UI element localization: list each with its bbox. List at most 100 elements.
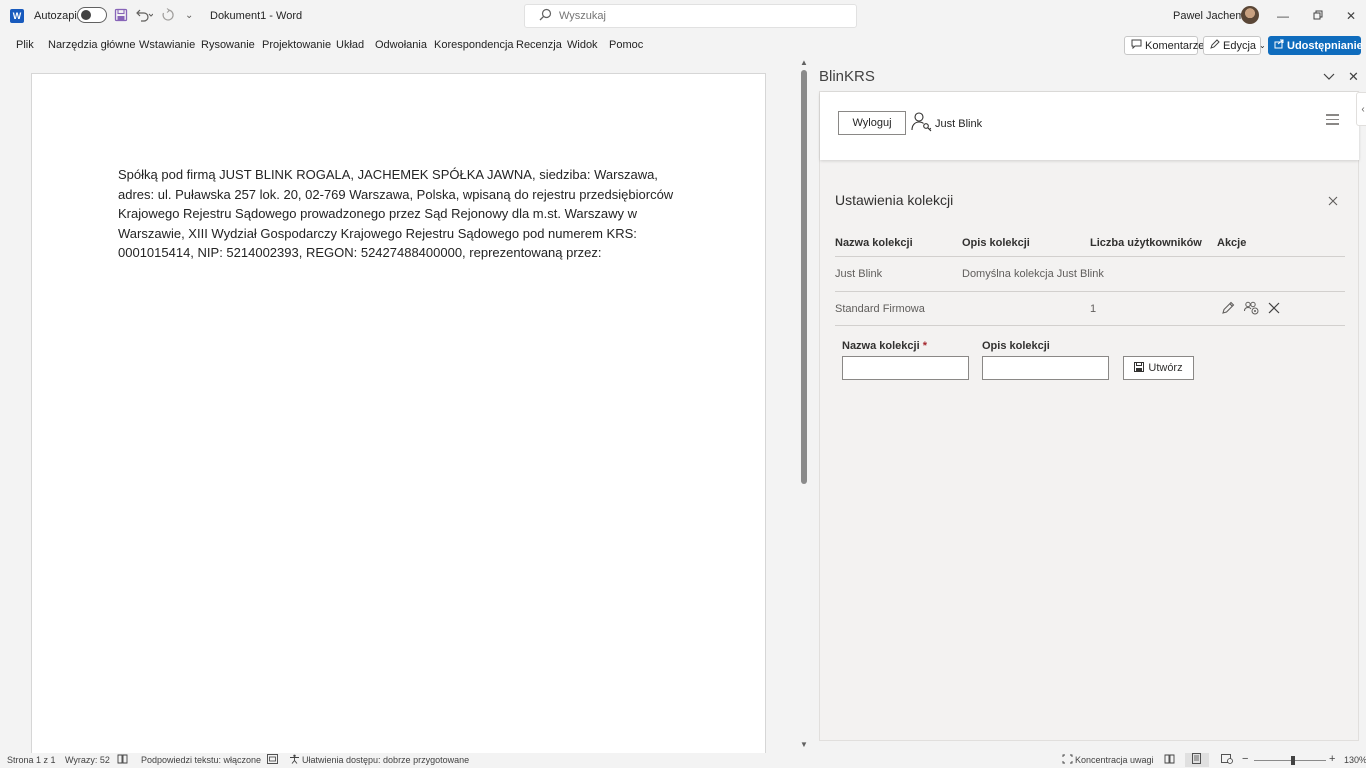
- zoom-slider-thumb[interactable]: [1291, 756, 1295, 765]
- document-paragraph[interactable]: Spółką pod firmą JUST BLINK ROGALA, JACH…: [118, 165, 678, 263]
- search-box[interactable]: [524, 4, 857, 28]
- tab-rysowanie[interactable]: Rysowanie: [201, 39, 255, 51]
- comment-icon: [1131, 39, 1142, 52]
- tab-uklad[interactable]: Układ: [336, 39, 364, 51]
- row-collection-name: Just Blink: [835, 268, 883, 280]
- collapse-chevron-icon[interactable]: ‹: [1356, 92, 1366, 126]
- word-app-icon: W: [10, 9, 24, 23]
- edit-icon[interactable]: [1221, 301, 1237, 317]
- manage-users-icon[interactable]: [1244, 301, 1260, 317]
- editing-mode-button[interactable]: Edycja ⌄: [1203, 36, 1266, 55]
- print-layout-icon[interactable]: [1185, 753, 1209, 767]
- scroll-down-icon[interactable]: ▼: [800, 740, 808, 749]
- document-scrollbar[interactable]: ▲ ▼: [797, 58, 811, 753]
- chevron-down-icon: ⌄: [1259, 41, 1266, 50]
- settings-title: Ustawienia kolekcji: [835, 192, 954, 208]
- tab-pomoc[interactable]: Pomoc: [609, 39, 643, 51]
- zoom-in-button[interactable]: +: [1329, 753, 1335, 765]
- column-header-name: Nazwa kolekcji: [835, 237, 913, 249]
- scrollbar-thumb[interactable]: [801, 70, 807, 484]
- tab-odwolania[interactable]: Odwołania: [375, 39, 427, 51]
- tab-korespondencja[interactable]: Korespondencja: [434, 39, 514, 51]
- share-label: Udostępnianie: [1287, 39, 1363, 52]
- name-label-text: Nazwa kolekcji: [842, 340, 920, 352]
- collection-description-input[interactable]: [982, 356, 1109, 380]
- save-icon: [1134, 361, 1145, 375]
- focus-mode-label[interactable]: Koncentracja uwagi: [1075, 755, 1154, 765]
- comments-button[interactable]: Komentarze: [1124, 36, 1204, 55]
- share-icon: [1274, 39, 1284, 52]
- proofing-book-icon[interactable]: [117, 754, 128, 767]
- macro-icon[interactable]: [267, 754, 278, 767]
- minimize-icon[interactable]: —: [1273, 8, 1293, 24]
- pane-close-icon[interactable]: ✕: [1348, 69, 1359, 85]
- web-layout-icon[interactable]: [1221, 754, 1233, 767]
- accessibility-status[interactable]: Ułatwienia dostępu: dobrze przygotowane: [302, 755, 469, 765]
- autosave-toggle[interactable]: [77, 7, 107, 23]
- table-divider: [835, 291, 1345, 292]
- document-title: Dokument1 - Word: [210, 10, 303, 22]
- tab-widok[interactable]: Widok: [567, 39, 598, 51]
- search-input[interactable]: [559, 8, 839, 24]
- scroll-up-icon[interactable]: ▲: [800, 58, 808, 67]
- column-header-actions: Akcje: [1217, 237, 1247, 249]
- share-button[interactable]: Udostępnianie ⌄: [1268, 36, 1363, 55]
- document-page[interactable]: Spółką pod firmą JUST BLINK ROGALA, JACH…: [31, 73, 766, 763]
- zoom-level[interactable]: 130%: [1344, 755, 1366, 765]
- document-canvas: Spółką pod firmą JUST BLINK ROGALA, JACH…: [0, 58, 796, 763]
- tab-plik[interactable]: Plik: [16, 39, 34, 51]
- accessibility-icon[interactable]: [289, 754, 300, 767]
- description-field-label: Opis kolekcji: [982, 340, 1050, 352]
- tab-recenzja[interactable]: Recenzja: [516, 39, 562, 51]
- title-bar: W Autozapis ⌄ Dokument1 - Word Pawel Jac…: [0, 0, 1366, 32]
- tab-wstawianie[interactable]: Wstawianie: [139, 39, 195, 51]
- comments-label: Komentarze: [1145, 39, 1205, 52]
- search-icon: [539, 8, 552, 24]
- required-marker: *: [922, 340, 927, 352]
- row-user-count: 1: [1090, 303, 1097, 315]
- close-window-icon[interactable]: ✕: [1341, 8, 1361, 24]
- collection-name-input[interactable]: [842, 356, 969, 380]
- pane-header-card: Wyloguj Just Blink: [820, 92, 1359, 160]
- quick-access-customize-icon[interactable]: ⌄: [185, 8, 193, 24]
- row-collection-name: Standard Firmowa: [835, 303, 925, 315]
- pane-content: Wyloguj Just Blink ‹ Ustawienia kolekcji…: [819, 91, 1366, 741]
- undo-icon[interactable]: [135, 8, 154, 24]
- status-bar: Strona 1 z 1 Wyrazy: 52 Podpowiedzi teks…: [0, 753, 1366, 768]
- settings-close-icon[interactable]: [1328, 193, 1338, 209]
- name-field-label: Nazwa kolekcji *: [842, 340, 927, 352]
- create-label: Utwórz: [1148, 362, 1183, 374]
- zoom-out-button[interactable]: −: [1242, 753, 1248, 765]
- tab-narzedzia-glowne[interactable]: Narzędzia główne: [48, 39, 135, 51]
- account-name: Just Blink: [935, 118, 983, 130]
- hamburger-menu-icon[interactable]: [1326, 114, 1339, 126]
- editing-label: Edycja: [1223, 39, 1257, 52]
- create-button[interactable]: Utwórz: [1123, 356, 1194, 380]
- table-divider: [835, 325, 1345, 326]
- delete-icon[interactable]: [1267, 301, 1283, 317]
- focus-mode-icon[interactable]: [1062, 754, 1073, 767]
- logout-button[interactable]: Wyloguj: [838, 111, 906, 135]
- autosave-label: Autozapis: [34, 10, 83, 22]
- column-header-description: Opis kolekcji: [962, 237, 1030, 249]
- read-mode-icon[interactable]: [1164, 754, 1175, 767]
- user-key-icon: [911, 111, 933, 133]
- word-count[interactable]: Wyrazy: 52: [65, 755, 110, 765]
- ribbon-tabs: Plik Narzędzia główne Wstawianie Rysowan…: [0, 32, 1366, 58]
- page-count[interactable]: Strona 1 z 1: [7, 755, 56, 765]
- zoom-slider-track[interactable]: [1254, 760, 1326, 761]
- addin-task-pane: BlinKRS ✕ Wyloguj Just Blink ‹ Ustawieni…: [811, 58, 1366, 753]
- save-icon[interactable]: [114, 8, 128, 24]
- toggle-knob: [81, 10, 91, 20]
- pencil-icon: [1210, 39, 1220, 52]
- column-header-users: Liczba użytkowników: [1090, 237, 1202, 249]
- restore-icon[interactable]: [1308, 8, 1328, 24]
- redo-icon[interactable]: [161, 8, 175, 24]
- pane-options-chevron-icon[interactable]: [1323, 69, 1335, 84]
- row-collection-description: Domyślna kolekcja Just Blink: [962, 268, 1104, 280]
- text-predictions-status[interactable]: Podpowiedzi tekstu: włączone: [141, 755, 261, 765]
- tab-projektowanie[interactable]: Projektowanie: [262, 39, 331, 51]
- table-divider: [835, 256, 1345, 257]
- pane-title: BlinKRS: [819, 68, 875, 85]
- avatar[interactable]: [1241, 6, 1259, 24]
